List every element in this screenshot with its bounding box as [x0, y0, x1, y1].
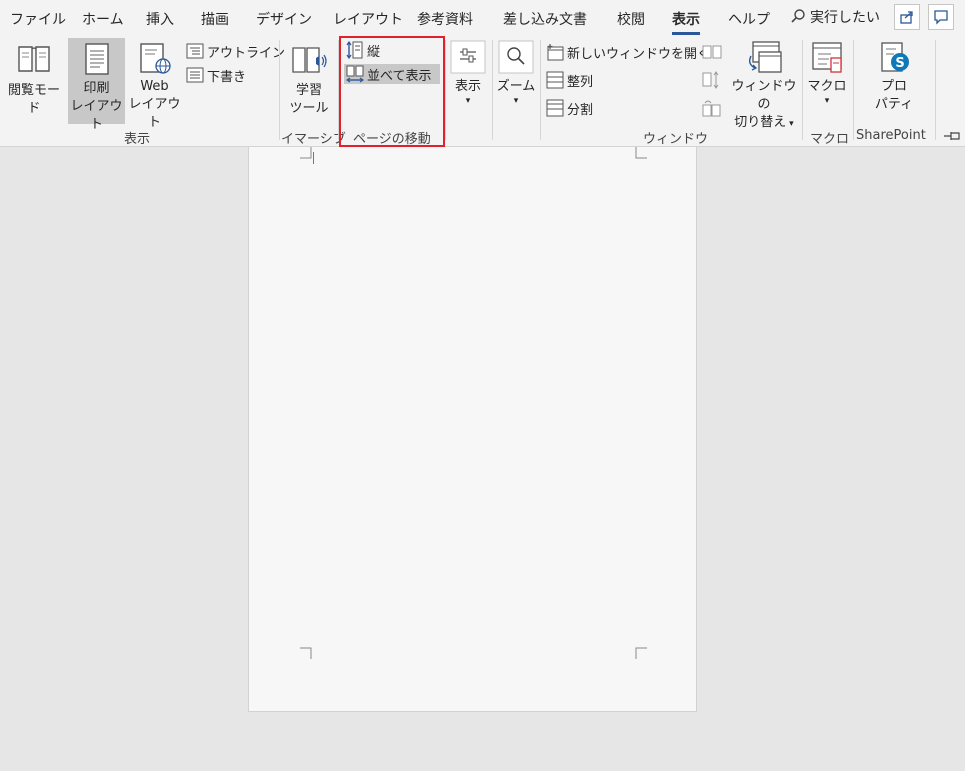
share-icon	[900, 11, 913, 24]
margin-corner-mark	[635, 147, 647, 159]
group-separator	[540, 40, 541, 140]
learning-tools-icon	[292, 47, 327, 73]
arrange-all-button[interactable]: 整列	[546, 70, 593, 90]
print-layout-label-1: 印刷	[83, 81, 110, 96]
web-layout-label-2: レイアウト	[128, 97, 181, 130]
group-separator	[279, 40, 280, 140]
new-window-icon	[547, 44, 564, 61]
text-cursor	[313, 152, 314, 164]
pin-ribbon-icon[interactable]	[943, 128, 963, 147]
tab-review[interactable]: 校閲	[617, 9, 645, 29]
macros-dropdown-arrow-icon: ▾	[824, 96, 830, 106]
document-properties-button[interactable]: S プロ パティ	[866, 40, 922, 122]
ribbon: 閲覧モード 印刷 レイアウト Web レイアウト アウトライン 下書き 表示 学…	[0, 36, 965, 147]
macros-icon	[812, 42, 842, 73]
tab-mailings[interactable]: 差し込み文書	[503, 9, 587, 29]
switch-windows-icon	[748, 41, 782, 73]
zoom-label: ズーム	[496, 79, 536, 94]
arrange-all-icon	[546, 71, 564, 89]
print-layout-button[interactable]: 印刷 レイアウト	[68, 38, 125, 132]
split-label: 分割	[567, 102, 594, 118]
print-layout-label-2: レイアウト	[70, 99, 123, 132]
sharepoint-group-label: SharePoint	[856, 128, 926, 143]
tab-file[interactable]: ファイル	[10, 9, 66, 29]
highlight-frame	[339, 36, 445, 147]
immersive-group-label: イマーシブ	[281, 132, 346, 147]
draft-button[interactable]: 下書き	[186, 65, 246, 85]
window-group-label: ウィンドウ	[643, 132, 709, 147]
web-layout-label-1: Web	[140, 79, 169, 94]
show-options-icon	[450, 40, 486, 74]
magnifier-icon	[498, 40, 534, 74]
macros-button[interactable]: マクロ ▾	[806, 40, 848, 122]
macros-label: マクロ	[807, 79, 847, 94]
tab-insert[interactable]: 挿入	[146, 9, 174, 29]
svg-text:S: S	[895, 56, 904, 71]
outline-button[interactable]: アウトライン	[186, 41, 285, 61]
book-icon	[18, 46, 50, 72]
show-dropdown-arrow-icon: ▾	[465, 96, 471, 106]
group-separator	[853, 40, 854, 140]
switch-windows-label-1: ウィンドウの	[731, 79, 797, 112]
page-icon	[84, 43, 109, 75]
learning-tools-button[interactable]: 学習 ツール	[284, 42, 334, 124]
margin-corner-mark	[300, 147, 312, 159]
share-button[interactable]	[894, 4, 920, 30]
split-button[interactable]: 分割	[546, 98, 593, 118]
show-button[interactable]: 表示 ▾	[449, 40, 487, 120]
comment-icon	[934, 10, 948, 25]
tab-design[interactable]: デザイン	[256, 9, 312, 29]
tab-layout[interactable]: レイアウト	[333, 9, 403, 29]
document-page[interactable]	[248, 147, 697, 712]
draft-icon	[186, 67, 204, 83]
read-mode-label: 閲覧モード	[7, 83, 60, 116]
arrange-all-label: 整列	[567, 74, 594, 90]
switch-windows-button[interactable]: ウィンドウの 切り替え ▾	[730, 40, 798, 130]
properties-label-1: プロ	[880, 79, 907, 94]
tab-view[interactable]: 表示	[672, 9, 700, 35]
group-separator	[935, 40, 936, 140]
tab-references[interactable]: 参考資料	[417, 9, 473, 29]
synchronous-scrolling-icon[interactable]	[702, 71, 722, 93]
reset-window-position-icon[interactable]	[702, 99, 722, 121]
group-separator	[492, 40, 493, 140]
margin-corner-mark	[300, 647, 312, 659]
sharepoint-properties-icon: S	[881, 42, 909, 72]
view-side-by-side-window-icon[interactable]	[702, 44, 722, 64]
outline-label: アウトライン	[207, 45, 286, 61]
web-page-icon	[139, 43, 171, 74]
tab-home[interactable]: ホーム	[82, 9, 124, 29]
new-window-button[interactable]: 新しいウィンドウを開く	[546, 42, 710, 62]
margin-corner-mark	[635, 647, 647, 659]
tab-help[interactable]: ヘルプ	[728, 9, 770, 29]
outline-icon	[186, 43, 204, 59]
properties-label-2: パティ	[874, 97, 914, 112]
tab-draw[interactable]: 描画	[201, 9, 229, 29]
comments-button[interactable]	[928, 4, 954, 30]
group-separator	[802, 40, 803, 140]
zoom-button[interactable]: ズーム ▾	[496, 40, 536, 120]
show-label: 表示	[454, 79, 481, 94]
split-icon	[546, 99, 564, 117]
learning-tools-label-2: ツール	[289, 101, 329, 116]
read-mode-button[interactable]: 閲覧モード	[2, 42, 66, 124]
zoom-dropdown-arrow-icon: ▾	[513, 96, 519, 106]
group-separator	[445, 40, 446, 140]
learning-tools-label-1: 学習	[295, 83, 322, 98]
search-text: 実行したい	[810, 10, 880, 26]
macros-group-label: マクロ	[810, 132, 850, 147]
search-icon	[791, 9, 805, 23]
new-window-label: 新しいウィンドウを開く	[567, 46, 711, 62]
web-layout-button[interactable]: Web レイアウト	[127, 42, 182, 130]
switch-windows-label-2: 切り替え ▾	[734, 115, 794, 130]
ribbon-tab-bar: ファイル ホーム 挿入 描画 デザイン レイアウト 参考資料 差し込み文書 校閲…	[0, 0, 965, 36]
tell-me-search[interactable]: 実行したい	[790, 7, 880, 27]
views-group-label: 表示	[124, 132, 151, 147]
draft-label: 下書き	[207, 69, 247, 85]
